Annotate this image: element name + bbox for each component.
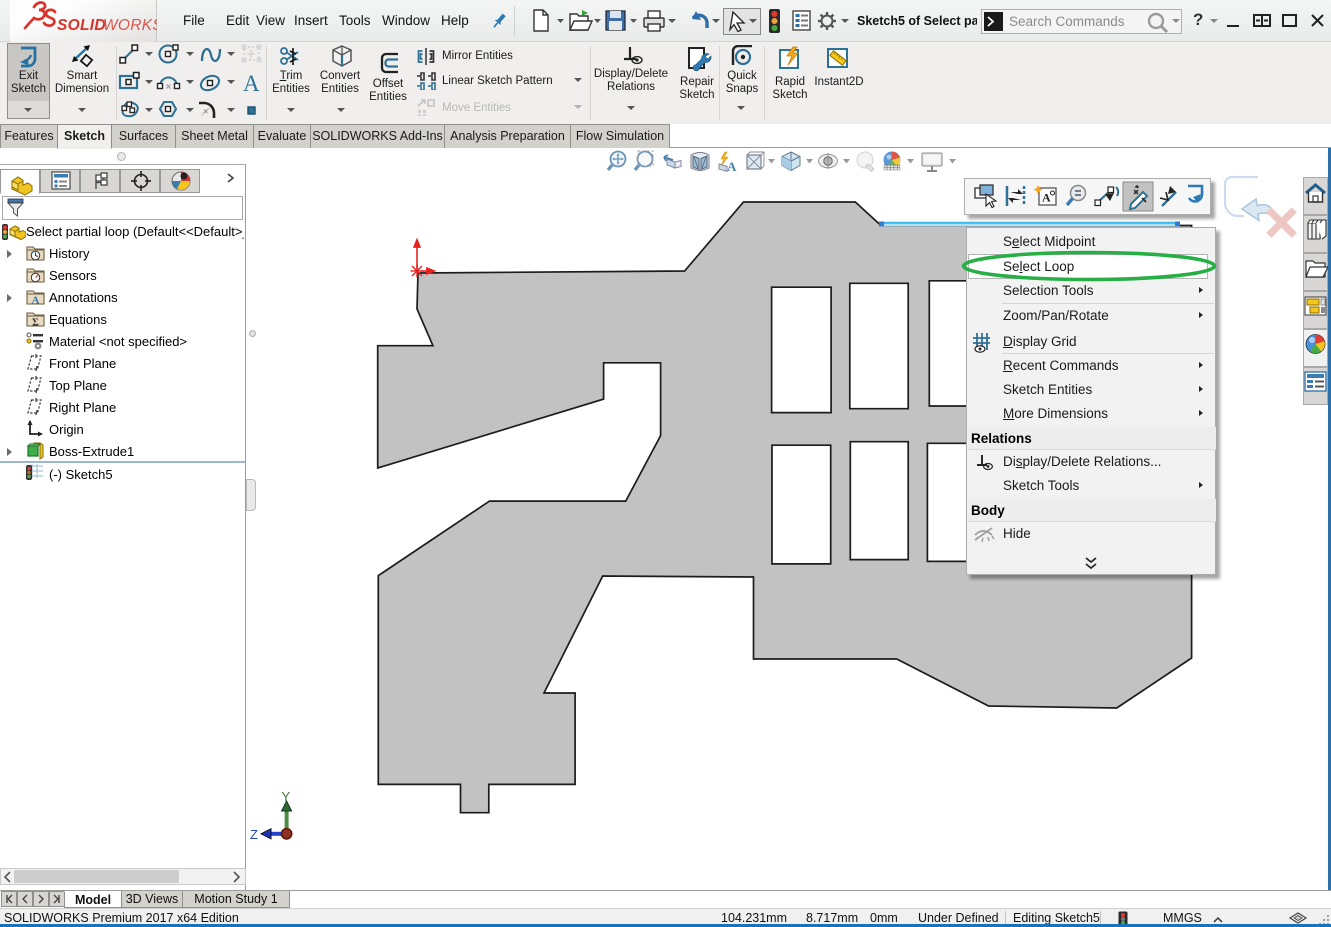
svg-text:WORKS: WORKS xyxy=(103,17,157,34)
svg-text:SOLID: SOLID xyxy=(57,17,106,34)
svg-text:Z: Z xyxy=(250,827,258,842)
svg-text:Σ: Σ xyxy=(32,318,39,329)
svg-text:A: A xyxy=(1042,191,1051,205)
svg-text:Y: Y xyxy=(282,789,291,804)
svg-text:A: A xyxy=(243,71,260,96)
svg-text:A: A xyxy=(32,295,40,307)
svg-text:A: A xyxy=(727,159,737,174)
